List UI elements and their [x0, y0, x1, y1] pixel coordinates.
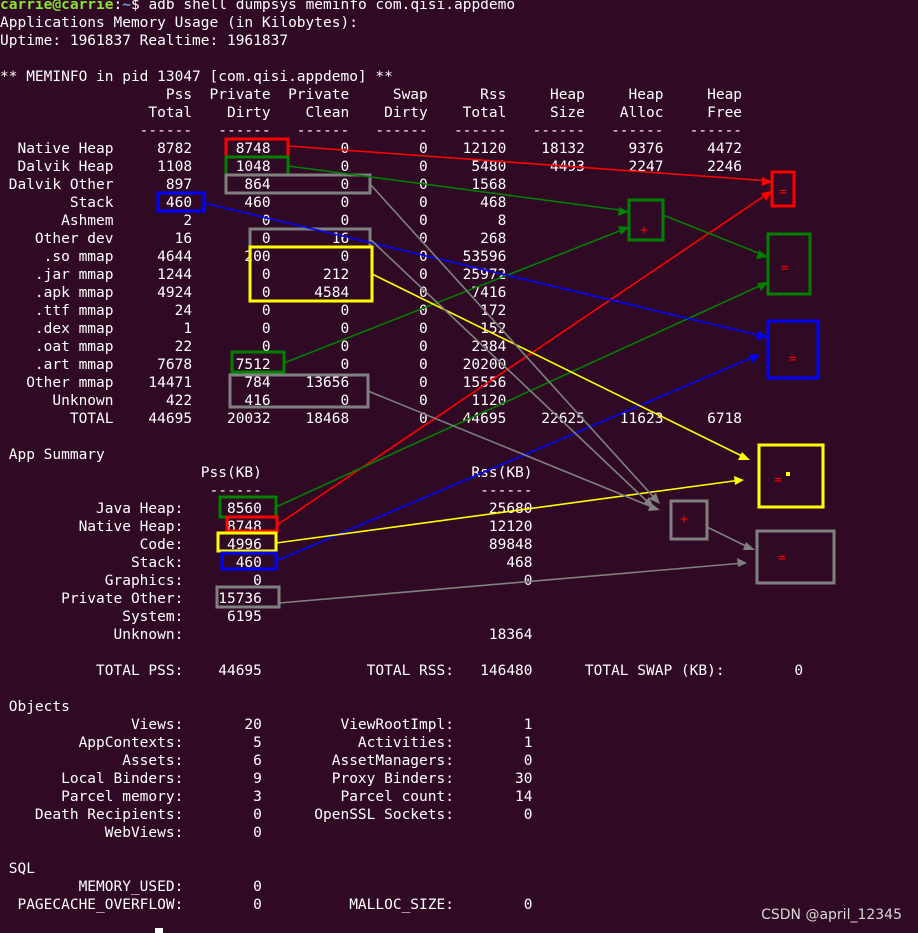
output-line: Parcel memory: 3 Parcel count: 14 — [0, 789, 533, 805]
output-line: Views: 20 ViewRootImpl: 1 — [0, 717, 533, 733]
output-line: .apk mmap 4924 0 4584 0 7416 — [0, 285, 507, 301]
output-line: Applications Memory Usage (in Kilobytes)… — [0, 15, 358, 31]
output-line: Native Heap: 8748 12120 — [0, 519, 533, 535]
output-line: Code: 4996 89848 — [0, 537, 533, 553]
output-line: Uptime: 1961837 Realtime: 1961837 — [0, 33, 289, 49]
output-line: .so mmap 4644 200 0 0 53596 — [0, 249, 507, 265]
output-line: AppContexts: 5 Activities: 1 — [0, 735, 533, 751]
output-line: Dalvik Other 897 864 0 0 1568 — [0, 177, 507, 193]
output-line: Stack: 460 468 — [0, 555, 533, 571]
terminal-window[interactable]: carrie@carrie:~$ adb shell dumpsys memin… — [0, 0, 918, 933]
output-line: Private Other: 15736 — [0, 591, 262, 607]
output-line: Objects — [0, 699, 70, 715]
output-line: System: 6195 — [0, 609, 262, 625]
output-line: .ttf mmap 24 0 0 0 172 — [0, 303, 507, 319]
output-line: .dex mmap 1 0 0 0 152 — [0, 321, 507, 337]
output-line: Other dev 16 0 16 0 268 — [0, 231, 507, 247]
output-line: SQL — [0, 861, 35, 877]
output-line: Total Dirty Clean Dirty Total Size Alloc… — [0, 105, 743, 121]
prompt-user: carrie@carrie — [0, 0, 114, 13]
output-line: Dalvik Heap 1108 1048 0 0 5480 4493 2247… — [0, 159, 743, 175]
prompt-path: ~ — [122, 0, 131, 13]
output-line: .art mmap 7678 7512 0 0 20200 — [0, 357, 507, 373]
output-line: MEMORY_USED: 0 — [0, 879, 262, 895]
output-line: PAGECACHE_OVERFLOW: 0 MALLOC_SIZE: 0 — [0, 897, 533, 913]
output-line: Ashmem 2 0 0 0 8 — [0, 213, 507, 229]
output-line: App Summary — [0, 447, 105, 463]
output-line: ** MEMINFO in pid 13047 [com.qisi.appdem… — [0, 69, 393, 85]
output-line: Unknown: 18364 — [0, 627, 533, 643]
prompt-dollar: $ — [130, 0, 149, 13]
output-line: Unknown 422 416 0 0 1120 — [0, 393, 507, 409]
output-line: Graphics: 0 0 — [0, 573, 533, 589]
output-line: Pss(KB) Rss(KB) — [0, 465, 533, 481]
output-line: Assets: 6 AssetManagers: 0 — [0, 753, 533, 769]
output-line: WebViews: 0 — [0, 825, 262, 841]
watermark: CSDN @april_12345 — [761, 907, 902, 923]
output-line: Native Heap 8782 8748 0 0 12120 18132 93… — [0, 141, 743, 157]
output-line: .jar mmap 1244 0 212 0 25972 — [0, 267, 507, 283]
prompt-separator: : — [113, 0, 123, 13]
terminal-cursor — [155, 928, 163, 933]
output-line: ------ ------ — [0, 483, 533, 499]
output-line: Other mmap 14471 784 13656 0 15556 — [0, 375, 507, 391]
output-line: TOTAL 44695 20032 18468 0 44695 22625 11… — [0, 411, 743, 427]
output-line: TOTAL PSS: 44695 TOTAL RSS: 146480 TOTAL… — [0, 663, 804, 679]
output-line: Pss Private Private Swap Rss Heap Heap H… — [0, 87, 743, 103]
output-line: Java Heap: 8560 25680 — [0, 501, 533, 517]
command-text: adb shell dumpsys meminfo com.qisi.appde… — [148, 0, 516, 13]
output-line: Death Recipients: 0 OpenSSL Sockets: 0 — [0, 807, 533, 823]
output-line: .oat mmap 22 0 0 0 2384 — [0, 339, 507, 355]
output-line: Local Binders: 9 Proxy Binders: 30 — [0, 771, 533, 787]
prompt-line: carrie@carrie:~$ adb shell dumpsys memin… — [0, 0, 515, 14]
output-line: Stack 460 460 0 0 468 — [0, 195, 507, 211]
output-line: ------ ------ ------ ------ ------ -----… — [0, 123, 743, 139]
